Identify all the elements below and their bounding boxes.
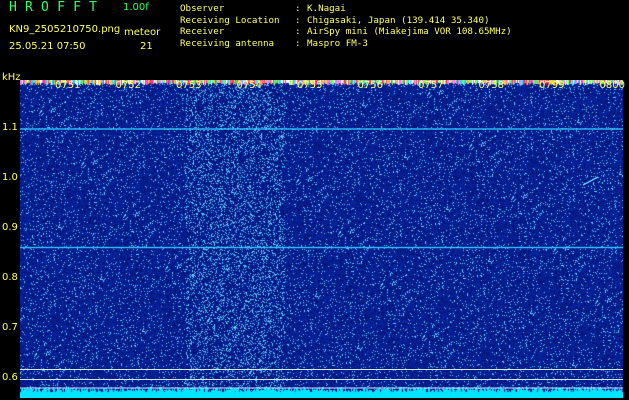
meteor-label: meteor [124,27,161,38]
x-tick-label: 0754 [236,80,262,91]
y-tick-label: 1.1 [2,122,18,133]
meta-key: Receiver [180,26,225,38]
x-tick-label: 0800 [599,80,625,91]
timestamp-label: 25.05.21 07:50 [9,41,86,52]
x-tick-label: 0752 [115,80,141,91]
y-axis-unit: kHz [2,72,21,83]
x-tick-label: 0756 [357,80,383,91]
meta-key: Receiving antenna [180,38,275,50]
meta-sep: : [295,26,301,38]
meta-value: Maspro FM-3 [307,38,368,50]
meta-sep: : [295,38,301,50]
version-label: 1.00f [123,2,149,13]
x-tick-label: 0751 [55,80,81,91]
meta-row-receiver: Receiver : AirSpy mini (Miakejima VOR 10… [180,26,512,38]
y-tick-label: 0.9 [2,222,18,233]
meta-row-observer: Observer : K.Nagai [180,3,512,15]
x-tick-label: 0799 [539,80,565,91]
x-tick-label: 0757 [418,80,444,91]
meta-row-antenna: Receiving antenna : Maspro FM-3 [180,38,512,50]
meteor-echo [582,176,599,186]
y-tick-label: 0.6 [2,372,18,383]
metadata-panel: Observer : K.Nagai Receiving Location : … [180,3,512,50]
y-tick-label: 0.8 [2,272,18,283]
app-title: HROFFT [9,0,106,15]
x-tick-label: 0753 [176,80,202,91]
y-tick-label: 1.0 [2,172,18,183]
spectrogram-plot [20,80,623,398]
meta-key: Receiving Location [180,14,280,26]
meta-value: Chigasaki, Japan (139.414 35.340) [307,14,490,26]
meteor-count: 21 [140,41,153,52]
meta-value: AirSpy mini (Miakejima VOR 108.65MHz) [307,26,512,38]
meta-sep: : [295,3,301,14]
meta-value: K.Nagai [307,3,346,14]
meta-key: Observer [180,3,225,14]
meta-sep: : [295,14,301,26]
spectrogram-overlay [20,128,623,389]
y-tick-label: 0.7 [2,322,18,333]
x-tick-label: 0758 [478,80,504,91]
meta-row-location: Receiving Location : Chigasaki, Japan (1… [180,15,512,27]
x-tick-label: 0755 [297,80,323,91]
hrofft-window: HROFFT 1.00f KN9_2505210750.png meteor 2… [0,0,629,400]
filename-label: KN9_2505210750.png [9,24,121,35]
